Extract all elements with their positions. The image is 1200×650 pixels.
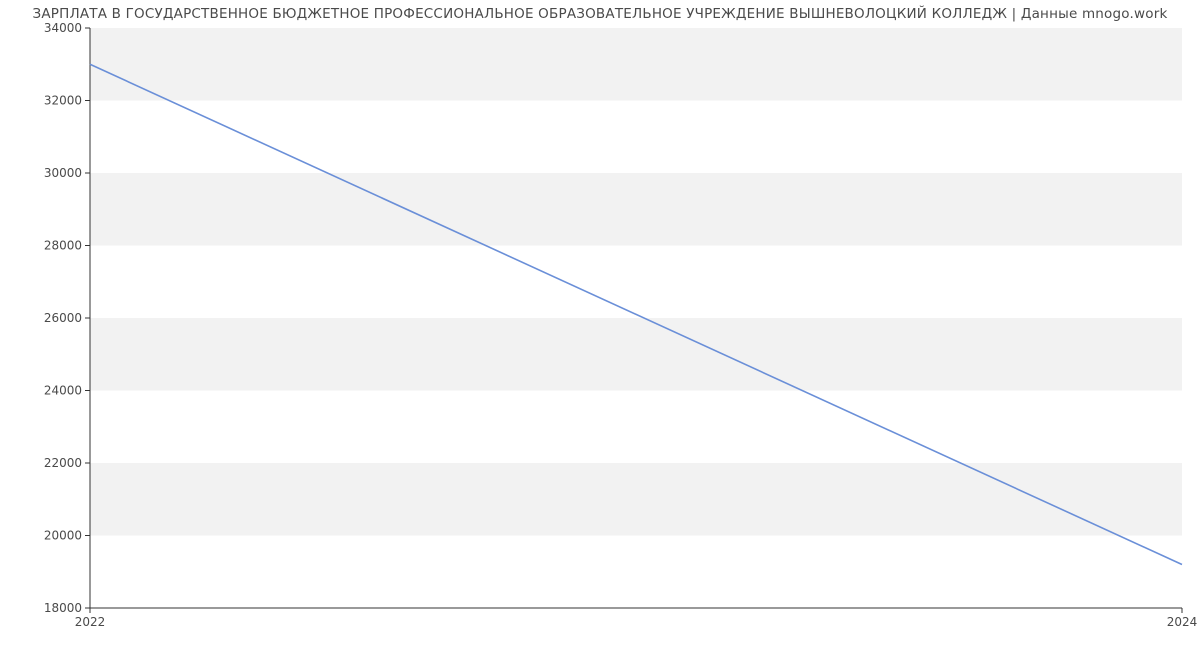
y-tick-label: 18000 — [44, 601, 82, 615]
grid-band — [90, 173, 1182, 246]
grid-band — [90, 28, 1182, 101]
y-tick-label: 28000 — [44, 239, 82, 253]
grid-band — [90, 318, 1182, 391]
x-tick-label: 2024 — [1167, 615, 1198, 629]
chart-title: ЗАРПЛАТА В ГОСУДАРСТВЕННОЕ БЮДЖЕТНОЕ ПРО… — [0, 6, 1200, 22]
y-tick-label: 32000 — [44, 94, 82, 108]
y-tick-label: 20000 — [44, 529, 82, 543]
grid-band — [90, 463, 1182, 536]
chart-container: ЗАРПЛАТА В ГОСУДАРСТВЕННОЕ БЮДЖЕТНОЕ ПРО… — [0, 0, 1200, 650]
y-tick-label: 30000 — [44, 166, 82, 180]
y-tick-label: 26000 — [44, 311, 82, 325]
y-tick-label: 34000 — [44, 21, 82, 35]
y-tick-label: 22000 — [44, 456, 82, 470]
x-tick-label: 2022 — [75, 615, 106, 629]
chart-svg: 18000 20000 22000 24000 26000 28000 30000 32000… — [0, 0, 1200, 650]
y-tick-label: 24000 — [44, 384, 82, 398]
